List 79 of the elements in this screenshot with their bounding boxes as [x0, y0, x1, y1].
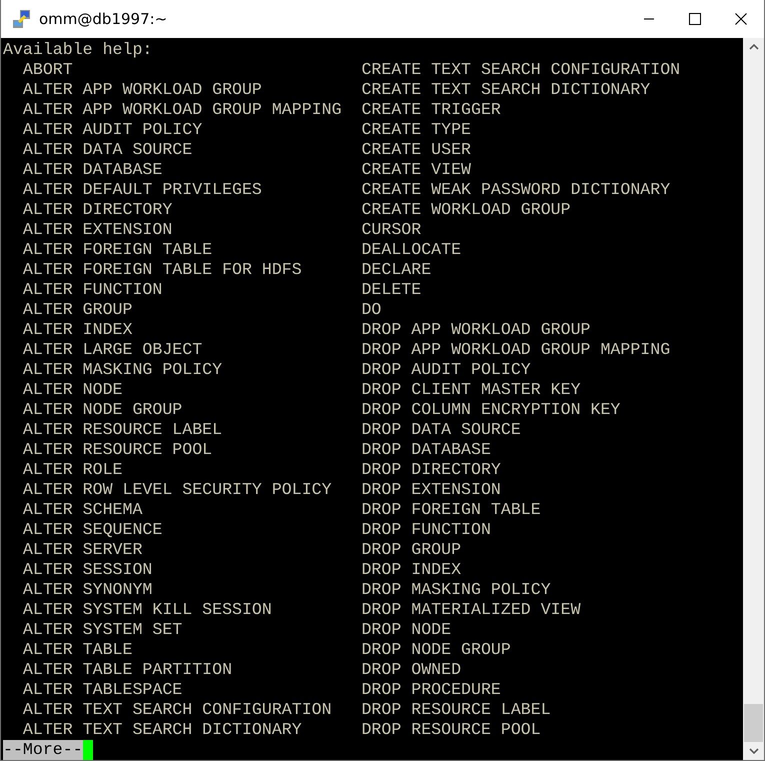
command-name: DROP MASKING POLICY: [361, 580, 551, 600]
command-name: ALTER FUNCTION: [22, 280, 162, 299]
command-name: ALTER DATA SOURCE: [22, 140, 192, 159]
command-name: DROP FOREIGN TABLE: [361, 500, 541, 520]
command-name: DROP NODE: [361, 620, 452, 640]
command-name: ALTER GROUP: [22, 300, 132, 319]
command-name: DROP GROUP: [361, 540, 462, 560]
command-name: ALTER INDEX: [22, 320, 132, 339]
command-name: ALTER SERVER: [22, 540, 142, 559]
command-name: DROP APP WORKLOAD GROUP: [361, 320, 590, 340]
command-name: ALTER LARGE OBJECT: [22, 340, 202, 359]
command-name: ALTER ROW LEVEL SECURITY POLICY: [22, 480, 332, 499]
text-cursor: [82, 740, 93, 760]
command-name: DROP INDEX: [361, 560, 462, 580]
command-name: ALTER DEFAULT PRIVILEGES: [22, 180, 262, 199]
command-name: ALTER NODE GROUP: [22, 400, 182, 419]
command-name: ALTER SESSION: [22, 560, 152, 579]
command-name: ALTER FOREIGN TABLE: [22, 240, 212, 259]
command-name: DROP NODE GROUP: [361, 640, 511, 660]
command-name: ALTER TEXT SEARCH DICTIONARY: [22, 720, 302, 739]
scroll-up-icon[interactable]: [748, 44, 758, 50]
command-name: CREATE USER: [361, 140, 472, 160]
command-name: DO: [361, 300, 382, 320]
command-name: ALTER RESOURCE LABEL: [22, 420, 222, 439]
app-icon: [11, 8, 33, 30]
command-name: ALTER FOREIGN TABLE FOR HDFS: [22, 260, 302, 279]
command-name: DROP COLUMN ENCRYPTION KEY: [361, 400, 620, 420]
command-name: ALTER APP WORKLOAD GROUP MAPPING: [22, 100, 342, 119]
command-name: ALTER ROLE: [22, 460, 122, 479]
command-name: CREATE VIEW: [361, 160, 472, 180]
command-name: ALTER APP WORKLOAD GROUP: [22, 80, 262, 99]
command-name: ALTER SEQUENCE: [22, 520, 162, 539]
command-name: ALTER TABLESPACE: [22, 680, 182, 699]
command-name: DROP DIRECTORY: [361, 460, 501, 480]
command-name: DECLARE: [361, 260, 432, 280]
pager-prompt: --More--: [3, 740, 83, 760]
command-name: CREATE TEXT SEARCH CONFIGURATION: [361, 60, 680, 80]
command-name: DROP AUDIT POLICY: [361, 360, 531, 380]
command-name: DROP RESOURCE POOL: [361, 720, 541, 740]
command-name: ALTER DATABASE: [22, 160, 162, 179]
maximize-icon[interactable]: [689, 13, 701, 25]
command-name: DROP FUNCTION: [361, 520, 491, 540]
command-name: ALTER EXTENSION: [22, 220, 172, 239]
command-name: DELETE: [361, 280, 422, 300]
scroll-down-icon[interactable]: [748, 748, 758, 754]
command-name: ALTER AUDIT POLICY: [22, 120, 202, 139]
command-name: DROP OWNED: [361, 660, 462, 680]
command-name: DROP PROCEDURE: [361, 680, 501, 700]
command-name: ALTER SCHEMA: [22, 500, 142, 519]
close-icon[interactable]: [735, 13, 747, 25]
command-name: CREATE WORKLOAD GROUP: [361, 200, 571, 220]
command-name: DROP RESOURCE LABEL: [361, 700, 551, 720]
command-name: ABORT: [22, 60, 73, 79]
command-name: ALTER DIRECTORY: [22, 200, 172, 219]
command-name: ALTER RESOURCE POOL: [22, 440, 212, 459]
command-name: DROP MATERIALIZED VIEW: [361, 600, 581, 620]
help-heading: Available help:: [3, 40, 152, 60]
scroll-thumb[interactable]: [744, 704, 763, 742]
command-name: ALTER SYSTEM KILL SESSION: [22, 600, 272, 619]
command-name: ALTER TABLE PARTITION: [22, 660, 232, 679]
window-title: omm@db1997:~: [39, 10, 168, 28]
command-name: ALTER SYNONYM: [22, 580, 152, 599]
scrollbar[interactable]: [743, 38, 764, 760]
command-name: CREATE TYPE: [361, 120, 472, 140]
command-name: CREATE WEAK PASSWORD DICTIONARY: [361, 180, 670, 200]
command-name: DROP APP WORKLOAD GROUP MAPPING: [361, 340, 670, 360]
command-name: DEALLOCATE: [361, 240, 462, 260]
command-name: DROP DATABASE: [361, 440, 491, 460]
command-name: DROP CLIENT MASTER KEY: [361, 380, 581, 400]
command-name: ALTER NODE: [22, 380, 122, 399]
command-name: ALTER TEXT SEARCH CONFIGURATION: [22, 700, 332, 719]
command-name: CURSOR: [361, 220, 422, 240]
command-name: DROP EXTENSION: [361, 480, 501, 500]
command-name: CREATE TEXT SEARCH DICTIONARY: [361, 80, 650, 100]
command-name: DROP DATA SOURCE: [361, 420, 521, 440]
command-name: CREATE TRIGGER: [361, 100, 501, 120]
command-name: ALTER MASKING POLICY: [22, 360, 222, 379]
command-name: ALTER TABLE: [22, 640, 132, 659]
command-name: ALTER SYSTEM SET: [22, 620, 182, 639]
